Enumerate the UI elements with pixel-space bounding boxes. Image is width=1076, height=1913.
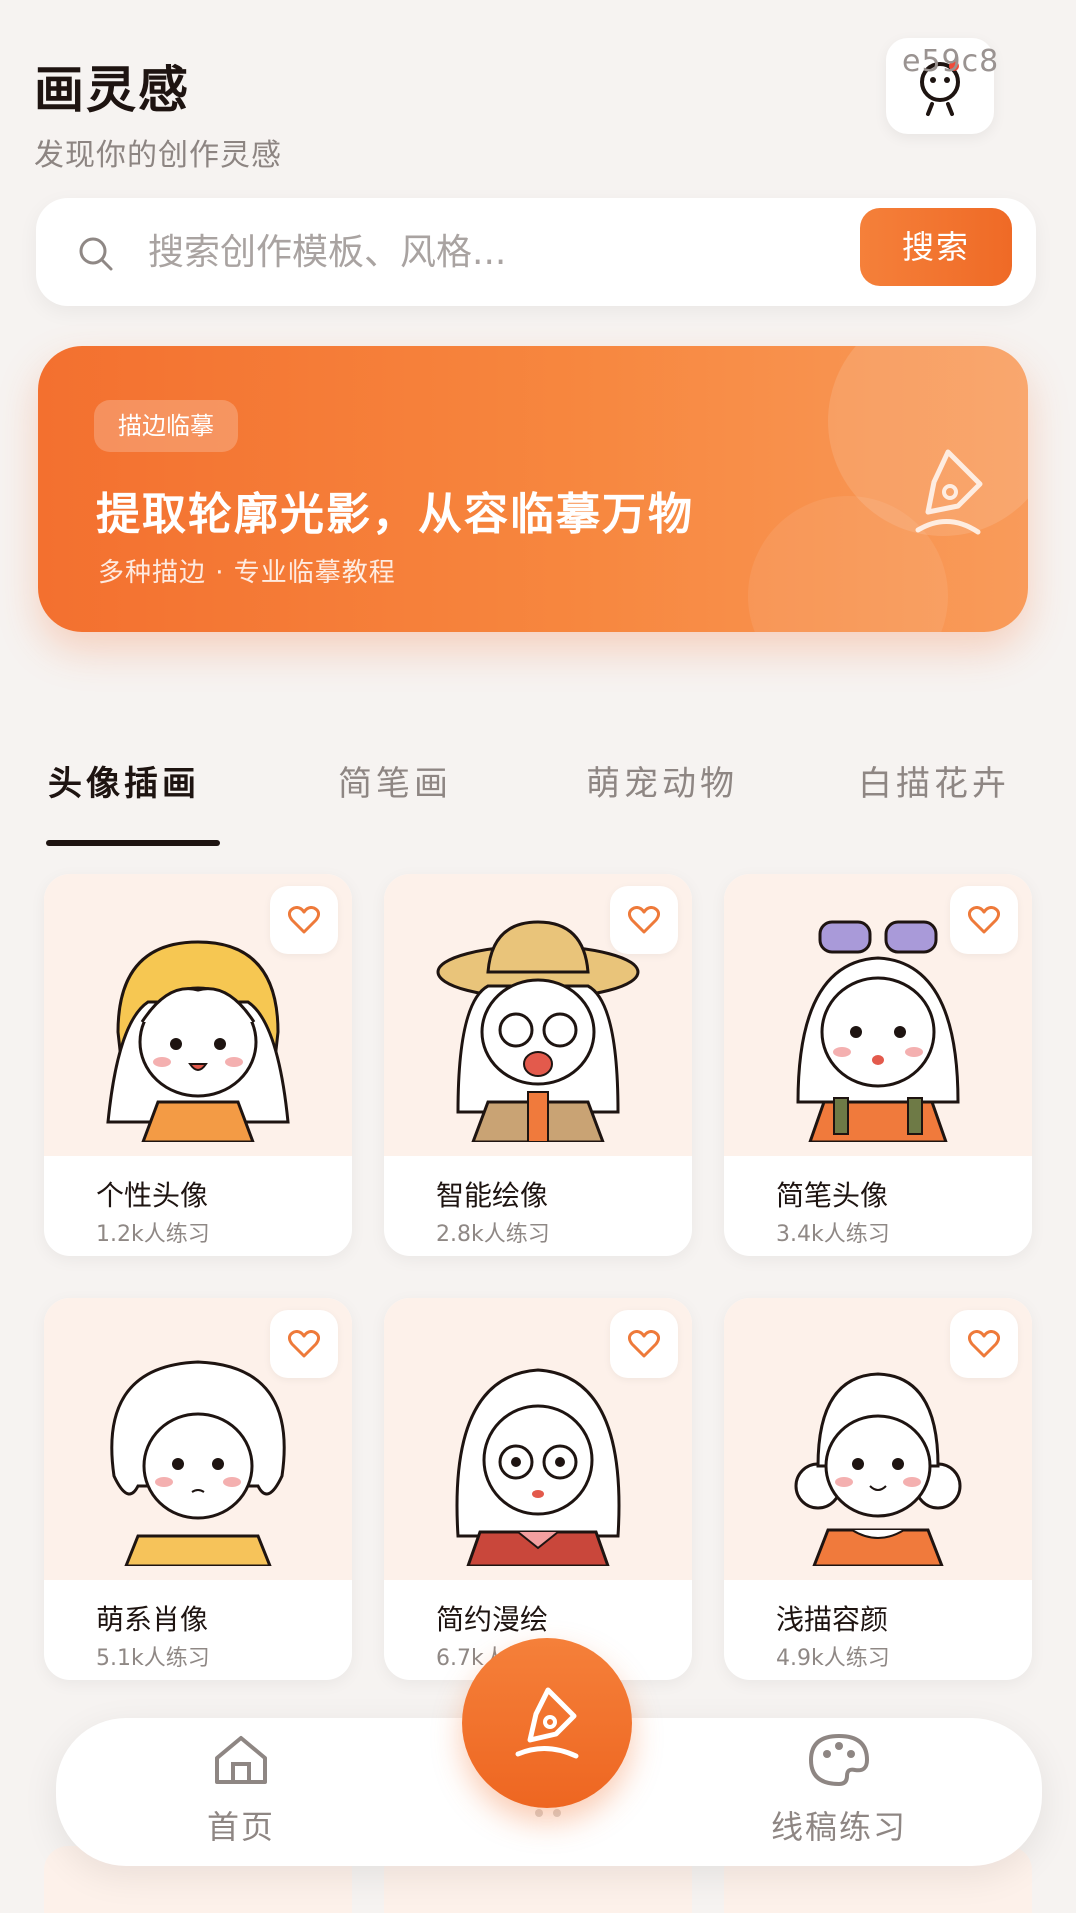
avatar-code: e59c8 [902,44,1000,79]
heart-icon [968,1330,1000,1358]
search-input[interactable] [148,220,748,284]
template-card[interactable]: 浅描容颜 4.9k人练习 [724,1298,1032,1680]
tab-indicator [46,840,220,846]
card-practice-count: 5.1k人练习 [96,1646,210,1671]
template-card[interactable]: 简约漫绘 6.7k人练习 [384,1298,692,1680]
pen-nib-icon [915,449,983,535]
header: 画灵感 发现你的创作灵感 [34,50,282,174]
tab-cute-pets[interactable]: 萌宠动物 [586,756,738,805]
home-icon [215,1736,267,1784]
favorite-button[interactable] [270,1310,338,1378]
tab-avatar-illustration[interactable]: 头像插画 [48,756,200,805]
nav-practice-label: 线稿练习 [770,1808,907,1846]
card-practice-count: 1.2k人练习 [96,1222,210,1247]
page-dot [535,1809,543,1817]
banner-subtitle: 多种描边 · 专业临摹教程 [98,558,396,588]
page-dot [553,1809,561,1817]
card-practice-count: 3.4k人练习 [776,1222,890,1247]
heart-icon [288,1330,320,1358]
card-title: 智能绘像 [436,1179,549,1212]
banner-title: 提取轮廓光影，从容临摹万物 [96,489,694,540]
promo-banner[interactable]: 描边临摹 提取轮廓光影，从容临摹万物 多种描边 · 专业临摹教程 [38,346,1028,632]
card-title: 简笔头像 [776,1179,889,1212]
template-card[interactable]: 简笔头像 3.4k人练习 [724,874,1032,1256]
card-title: 个性头像 [96,1179,209,1212]
tab-line-flowers[interactable]: 白描花卉 [858,756,1010,805]
pen-nib-icon [515,1687,579,1759]
palette-icon [808,1733,870,1787]
favorite-button[interactable] [610,1310,678,1378]
create-fab-button[interactable] [462,1638,632,1808]
tab-simple-drawing[interactable]: 简笔画 [338,756,452,805]
nav-home-label: 首页 [206,1808,275,1846]
app-subtitle: 发现你的创作灵感 [34,138,282,173]
banner-tag: 描边临摹 [94,400,238,452]
heart-icon [288,906,320,934]
card-title: 萌系肖像 [96,1603,209,1636]
card-practice-count: 4.9k人练习 [776,1646,890,1671]
favorite-button[interactable] [950,1310,1018,1378]
favorite-button[interactable] [610,886,678,954]
favorite-button[interactable] [270,886,338,954]
template-card[interactable]: 个性头像 1.2k人练习 [44,874,352,1256]
nav-home[interactable]: 首页 [186,1732,296,1848]
app-title: 画灵感 [34,61,190,119]
heart-icon [628,906,660,934]
search-bar: 搜索 [36,198,1036,306]
card-practice-count: 2.8k人练习 [436,1222,550,1247]
nav-line-practice[interactable]: 线稿练习 [764,1732,914,1848]
favorite-button[interactable] [950,886,1018,954]
search-icon [79,237,113,271]
heart-icon [628,1330,660,1358]
template-card[interactable]: 智能绘像 2.8k人练习 [384,874,692,1256]
card-title: 简约漫绘 [436,1603,549,1636]
card-title: 浅描容颜 [776,1603,889,1636]
heart-icon [968,906,1000,934]
template-card[interactable]: 萌系肖像 5.1k人练习 [44,1298,352,1680]
search-button[interactable]: 搜索 [860,208,1012,286]
